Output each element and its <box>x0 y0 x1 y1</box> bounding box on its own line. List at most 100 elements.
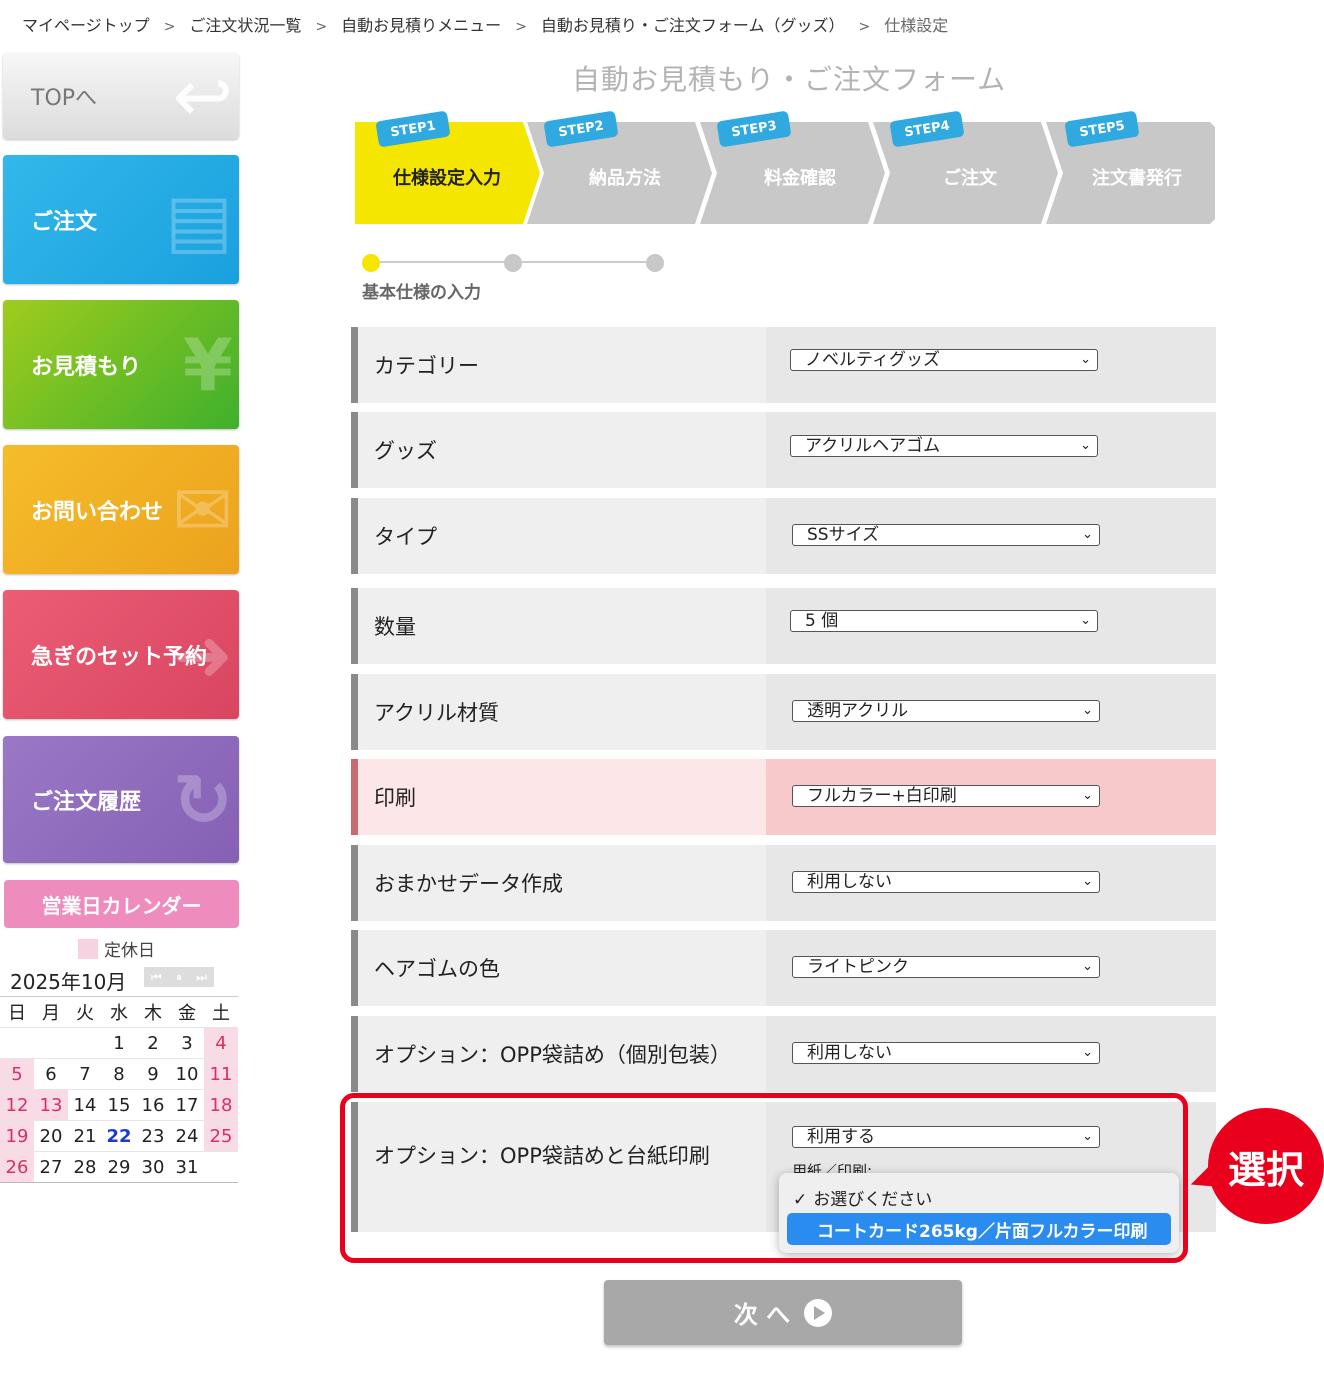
select-value: 透明アクリル <box>807 701 909 721</box>
category-select[interactable]: ノベルティグッズ ⌄ <box>790 349 1098 371</box>
row-marker <box>351 845 358 921</box>
calendar-day-holiday: 12 <box>0 1089 34 1121</box>
form-row-data-creation: おまかせデータ作成 利用しない ⌄ <box>351 845 1216 921</box>
row-label: オプション：OPP袋詰め（個別包装） <box>374 1043 731 1067</box>
row-label: グッズ <box>374 439 437 463</box>
calendar-day: 16 <box>136 1089 170 1121</box>
breadcrumb-mypage-top[interactable]: マイページトップ <box>22 12 150 36</box>
calendar-nav[interactable]: ⏮ ⏸ ⏭ <box>144 967 214 987</box>
select-value: ノベルティグッズ <box>805 350 940 370</box>
acrylic-material-select[interactable]: 透明アクリル ⌄ <box>792 700 1100 722</box>
opp-individual-select[interactable]: 利用しない ⌄ <box>792 1042 1100 1064</box>
row-label: アクリル材質 <box>374 701 499 725</box>
row-label: カテゴリー <box>374 354 479 378</box>
sidebar-top-button[interactable]: TOPへ ↩ <box>3 53 239 139</box>
chevron-down-icon: ⌄ <box>1082 703 1093 718</box>
label-cell: 印刷 <box>358 759 766 835</box>
calendar-day-holiday: 11 <box>204 1058 238 1090</box>
form-row-acrylic-material: アクリル材質 透明アクリル ⌄ <box>351 674 1216 750</box>
calendar-day: 21 <box>68 1120 102 1152</box>
history-clock-icon: ↻ <box>172 757 233 842</box>
sidebar-order-button[interactable]: ご注文 ▤ <box>3 155 239 284</box>
row-label: 数量 <box>374 615 416 639</box>
label-cell: タイプ <box>358 498 766 574</box>
page-title: 自動お見積もり・ご注文フォーム <box>572 63 1007 96</box>
type-select[interactable]: SSサイズ ⌄ <box>792 524 1100 546</box>
calendar-day: 10 <box>170 1058 204 1090</box>
progress-dot <box>646 254 664 272</box>
calendar-table: 日 月 火 水 木 金 土 1 2 3 4 5 6 7 8 9 10 11 12… <box>0 996 238 1183</box>
value-cell: 透明アクリル ⌄ <box>766 674 1216 750</box>
step-5-label: 注文書発行 <box>1092 168 1182 189</box>
select-value: 利用しない <box>807 1043 892 1063</box>
calendar-day <box>34 1027 68 1059</box>
sidebar-estimate-button[interactable]: お見積もり ¥ <box>3 300 239 429</box>
step-3-label: 料金確認 <box>764 168 836 189</box>
calendar-legend: 定休日 <box>78 936 155 961</box>
breadcrumb-order-status[interactable]: ご注文状況一覧 <box>189 12 301 36</box>
mail-icon: ✉ <box>172 467 233 552</box>
progress-label: 基本仕様の入力 <box>362 283 481 303</box>
form-row-goods: グッズ アクリルヘアゴム ⌄ <box>351 412 1216 488</box>
sub-progress <box>362 252 664 272</box>
chevron-down-icon: ⌄ <box>1082 788 1093 803</box>
label-cell: アクリル材質 <box>358 674 766 750</box>
chevron-down-icon: ⌄ <box>1080 613 1091 628</box>
current-month-icon[interactable]: ⏸ <box>176 970 182 985</box>
sidebar-rush-button[interactable]: 急ぎのセット予約 ➜ <box>3 590 239 719</box>
calendar-day: 1 <box>102 1027 136 1059</box>
form-row-hair-tie-color: ヘアゴムの色 ライトピンク ⌄ <box>351 930 1216 1006</box>
calendar-day: 23 <box>136 1120 170 1152</box>
breadcrumb: マイページトップ > ご注文状況一覧 > 自動お見積りメニュー > 自動お見積り・ご注文フォ… <box>22 12 948 36</box>
hair-tie-color-select[interactable]: ライトピンク ⌄ <box>792 956 1100 978</box>
calendar-day: 31 <box>170 1151 204 1183</box>
select-value: ライトピンク <box>807 957 909 977</box>
next-button[interactable]: 次 へ <box>604 1280 962 1345</box>
calendar-title: 営業日カレンダー <box>4 880 239 928</box>
step-4-label: ご注文 <box>943 168 997 189</box>
weekday: 月 <box>34 996 68 1028</box>
form-row-type: タイプ SSサイズ ⌄ <box>351 498 1216 574</box>
select-value: SSサイズ <box>807 525 880 545</box>
calendar-day: 27 <box>34 1151 68 1183</box>
value-cell: ノベルティグッズ ⌄ <box>766 327 1216 403</box>
sidebar-inquiry-button[interactable]: お問い合わせ ✉ <box>3 445 239 574</box>
calendar-week: 1 2 3 4 <box>0 1027 238 1059</box>
calendar-week: 12 13 14 15 16 17 18 <box>0 1089 238 1121</box>
breadcrumb-estimate-menu[interactable]: 自動お見積りメニュー <box>341 12 501 36</box>
row-marker <box>351 498 358 574</box>
weekday: 木 <box>136 996 170 1028</box>
calendar-day-holiday: 25 <box>204 1120 238 1152</box>
calendar-day: 20 <box>34 1120 68 1152</box>
row-marker <box>351 674 358 750</box>
sidebar-history-button[interactable]: ご注文履歴 ↻ <box>3 736 239 863</box>
value-cell: アクリルヘアゴム ⌄ <box>766 412 1216 488</box>
select-value: アクリルヘアゴム <box>805 436 941 456</box>
prev-month-icon[interactable]: ⏮ <box>151 970 162 985</box>
calendar-day <box>68 1027 102 1059</box>
data-creation-select[interactable]: 利用しない ⌄ <box>792 871 1100 893</box>
value-cell: SSサイズ ⌄ <box>766 498 1216 574</box>
calendar-week: 26 27 28 29 30 31 <box>0 1151 238 1183</box>
breadcrumb-separator: > <box>515 19 527 35</box>
goods-select[interactable]: アクリルヘアゴム ⌄ <box>790 435 1098 457</box>
calendar-day: 28 <box>68 1151 102 1183</box>
form-row-quantity: 数量 5 個 ⌄ <box>351 588 1216 664</box>
breadcrumb-separator: > <box>858 19 871 35</box>
next-month-icon[interactable]: ⏭ <box>196 970 207 985</box>
row-marker <box>351 412 358 488</box>
row-marker <box>351 1016 358 1092</box>
print-select[interactable]: フルカラー+白印刷 ⌄ <box>792 785 1100 807</box>
step-1: STEP1 仕様設定入力 <box>355 110 540 224</box>
breadcrumb-order-form[interactable]: 自動お見積り・ご注文フォーム（グッズ） <box>541 12 845 36</box>
label-cell: 数量 <box>358 588 766 664</box>
sidebar-estimate-label: お見積もり <box>31 354 142 380</box>
value-cell: ライトピンク ⌄ <box>766 930 1216 1006</box>
calendar-day-holiday: 5 <box>0 1058 34 1090</box>
calendar-day: 2 <box>136 1027 170 1059</box>
calendar-day: 8 <box>102 1058 136 1090</box>
row-marker <box>351 759 358 835</box>
row-marker <box>351 588 358 664</box>
quantity-select[interactable]: 5 個 ⌄ <box>790 610 1098 632</box>
breadcrumb-separator: > <box>163 19 176 35</box>
